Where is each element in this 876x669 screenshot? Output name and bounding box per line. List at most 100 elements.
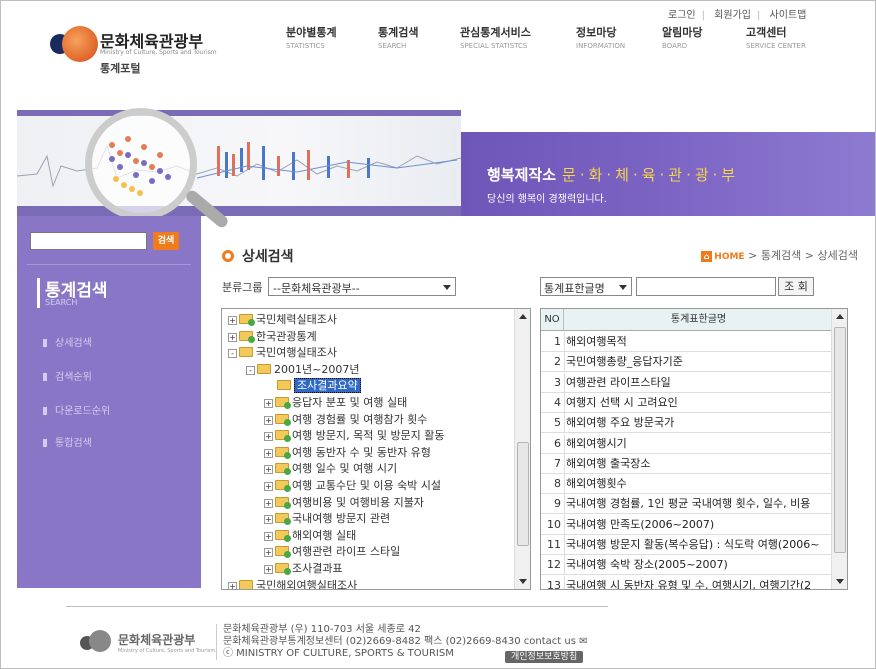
tree-node[interactable]: + 여행 일수 및 여행 시기	[264, 461, 397, 477]
sitemap-link[interactable]: 사이트맵	[770, 10, 807, 21]
table-row[interactable]: 3 여행관련 라이프스타일	[541, 372, 833, 393]
sidebar-item-detail-search[interactable]: 상세검색	[43, 334, 92, 349]
collapse-icon[interactable]: -	[246, 365, 255, 375]
scroll-thumb[interactable]	[517, 442, 529, 546]
gnb-search[interactable]: 통계검색 SEARCH	[378, 24, 418, 50]
tree-node[interactable]: + 여행 교통수단 및 이용 숙박 시설	[264, 478, 441, 494]
tree-node[interactable]: + 국민해외여행실태조사	[228, 578, 357, 589]
scroll-down-icon[interactable]	[519, 579, 527, 584]
expand-icon[interactable]: +	[228, 316, 237, 325]
tree-node[interactable]: + 여행비용 및 여행비용 지불자	[264, 495, 424, 511]
breadcrumb-home[interactable]: HOME	[714, 252, 744, 262]
table-row[interactable]: 5 해외여행 주요 방문국가	[541, 413, 833, 434]
table-row[interactable]: 9 국내여행 경험률, 1인 평균 국내여행 횟수, 일수, 비용	[541, 494, 833, 515]
expand-icon[interactable]: +	[228, 581, 237, 589]
folder-icon	[275, 529, 291, 542]
expand-icon[interactable]: +	[264, 565, 273, 574]
expand-icon[interactable]: +	[264, 498, 273, 508]
collapse-icon[interactable]: -	[228, 349, 237, 359]
row-title-link[interactable]: 해외여행 출국장소	[566, 454, 650, 473]
breadcrumb-item[interactable]: 통계검색	[761, 249, 801, 262]
row-title-link[interactable]: 국내여행 방문지 활동(복수응답) : 식도락 여행(2006~	[566, 535, 819, 554]
scroll-thumb[interactable]	[834, 327, 846, 553]
category-tree[interactable]: + 국민체력실태조사 + 한국관광통계 - 국민여행실태조사 -2001년~2007년 조사결…	[221, 308, 531, 590]
table-row[interactable]: 1 해외여행목적	[541, 332, 833, 352]
expand-icon[interactable]: +	[264, 548, 273, 558]
row-title-link[interactable]: 해외여행목적	[566, 332, 627, 351]
gnb-board[interactable]: 알림마당 BOARD	[662, 24, 702, 50]
tree-node-label: 국민체력실태조사	[256, 313, 337, 326]
gnb-special[interactable]: 관심통계서비스 SPECIAL STATISTCS	[460, 24, 531, 50]
table-row[interactable]: 2 국민여행총량_응답자기준	[541, 352, 833, 373]
row-title-link[interactable]: 여행지 선택 시 고려요인	[566, 393, 678, 412]
expand-icon[interactable]: +	[264, 432, 273, 442]
row-title-link[interactable]: 국내여행 만족도(2006~2007)	[566, 515, 714, 534]
group-select[interactable]: --문화체육관광부--	[268, 277, 456, 296]
tree-node[interactable]: + 국민체력실태조사	[228, 312, 337, 328]
sidebar-item-download-rank[interactable]: 다운로드순위	[43, 402, 110, 417]
tree-node[interactable]: + 한국관광통계	[228, 329, 317, 345]
keyword-input[interactable]	[636, 277, 776, 296]
expand-icon[interactable]: +	[264, 531, 273, 541]
site-logo[interactable]: 문화체육관광부 Ministry of Culture, Sports and …	[50, 26, 230, 82]
gnb-information[interactable]: 정보마당 INFORMATION	[576, 24, 625, 50]
row-title-link[interactable]: 여행관련 라이프스타일	[566, 373, 671, 392]
tree-node[interactable]: - 국민여행실태조사	[228, 345, 337, 361]
table-row[interactable]: 13 국내여행 시 동반자 유형 및 수, 여행시기, 여행기간(2	[541, 575, 833, 589]
table-scrollbar[interactable]	[831, 309, 847, 589]
sidebar-item-search-rank[interactable]: 검색순위	[43, 368, 92, 383]
tree-node-label: 국민여행실태조사	[256, 346, 337, 360]
expand-icon[interactable]: +	[264, 465, 273, 475]
page-title: 상세검색	[222, 246, 294, 266]
tree-node[interactable]: + 여행관련 라이프 스타일	[264, 544, 400, 560]
search-type-select[interactable]: 통계표한글명	[540, 277, 632, 296]
scroll-up-icon[interactable]	[836, 314, 844, 319]
scroll-up-icon[interactable]	[519, 314, 527, 319]
table-row[interactable]: 4 여행지 선택 시 고려요인	[541, 392, 833, 413]
tree-node[interactable]: + 여행 방문지, 목적 및 방문지 활동	[264, 428, 445, 444]
table-row[interactable]: 12 국내여행 숙박 장소(2005~2007)	[541, 555, 833, 576]
tree-node[interactable]: - 2001년~2007년	[246, 362, 359, 378]
table-row[interactable]: 11 국내여행 방문지 활동(복수응답) : 식도락 여행(2006~	[541, 535, 833, 555]
login-link[interactable]: 로그인	[668, 10, 696, 21]
expand-icon[interactable]: +	[264, 448, 273, 458]
row-title-link[interactable]: 해외여행 주요 방문국가	[566, 413, 674, 432]
sidebar-item-integrated-search[interactable]: 통합검색	[43, 434, 92, 449]
tree-node-label: 응답자 분포 및 여행 실태	[292, 396, 408, 409]
row-title-link[interactable]: 국내여행 시 동반자 유형 및 수, 여행시기, 여행기간(2	[566, 576, 811, 589]
tree-node[interactable]: + 조사결과표	[264, 561, 343, 577]
row-title-link[interactable]: 국민여행총량_응답자기준	[566, 352, 683, 371]
tree-node[interactable]: + 해외여행 실태	[264, 528, 356, 544]
expand-icon[interactable]: +	[264, 482, 273, 491]
home-icon[interactable]: ⌂	[700, 251, 713, 262]
privacy-policy-link[interactable]: 개인정보보호방침	[505, 651, 584, 663]
expand-icon[interactable]: +	[264, 399, 273, 408]
sidebar-search-button[interactable]: 검색	[153, 232, 179, 250]
row-title-link[interactable]: 해외여행횟수	[566, 474, 627, 493]
row-title-link[interactable]: 해외여행시기	[566, 434, 627, 453]
tree-node[interactable]: + 여행 경험률 및 여행참가 횟수	[264, 412, 427, 428]
expand-icon[interactable]: +	[264, 515, 273, 525]
gnb-service-center[interactable]: 고객센터 SERVICE CENTER	[746, 24, 806, 50]
signup-link[interactable]: 회원가입	[714, 10, 751, 21]
header-name: 통계표한글명	[670, 314, 727, 325]
tree-node[interactable]: 조사결과요약	[264, 378, 361, 394]
query-button[interactable]: 조 회	[778, 277, 814, 296]
table-row[interactable]: 8 해외여행횟수	[541, 474, 833, 495]
banner-slogan: 행복제작소 문·화·체·육·관·광·부	[487, 166, 740, 184]
table-row[interactable]: 10 국내여행 만족도(2006~2007)	[541, 514, 833, 535]
tree-node-label: 여행비용 및 여행비용 지불자	[292, 495, 424, 509]
row-title-link[interactable]: 국내여행 경험률, 1인 평균 국내여행 횟수, 일수, 비용	[566, 494, 810, 513]
tree-node[interactable]: + 국내여행 방문지 관련	[264, 511, 390, 527]
scroll-down-icon[interactable]	[836, 579, 844, 584]
tree-node[interactable]: + 응답자 분포 및 여행 실태	[264, 395, 407, 411]
table-row[interactable]: 7 해외여행 출국장소	[541, 453, 833, 474]
row-title-link[interactable]: 국내여행 숙박 장소(2005~2007)	[566, 555, 728, 574]
expand-icon[interactable]: +	[264, 415, 273, 425]
gnb-statistics[interactable]: 분야별통계 STATISTICS	[286, 24, 337, 50]
sidebar-search-input[interactable]	[30, 232, 147, 250]
tree-scrollbar[interactable]	[514, 309, 530, 589]
table-row[interactable]: 6 해외여행시기	[541, 433, 833, 454]
expand-icon[interactable]: +	[228, 332, 237, 342]
tree-node[interactable]: + 여행 동반자 수 및 동반자 유형	[264, 445, 431, 461]
